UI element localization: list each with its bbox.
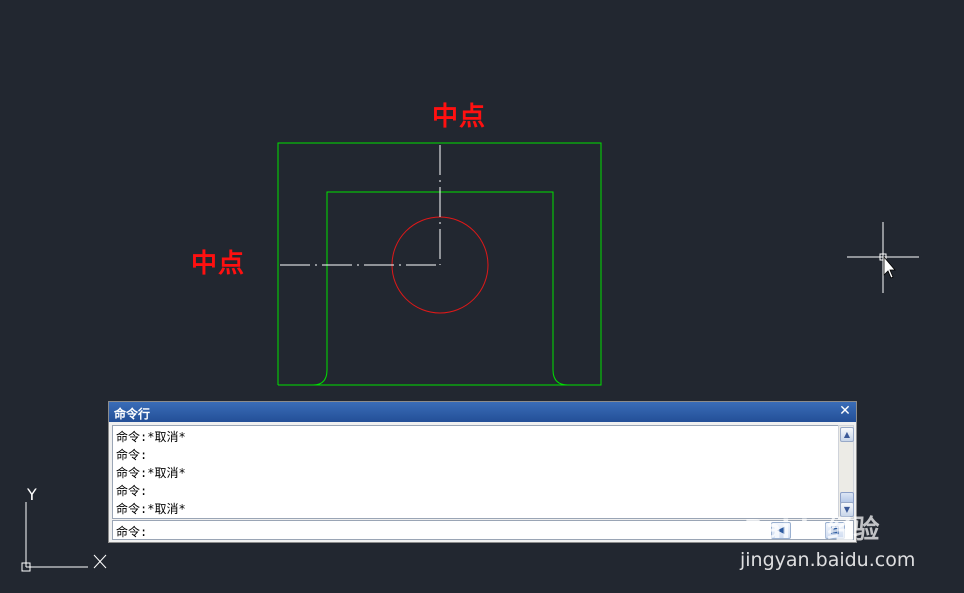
history-scrollbar[interactable]: ▲ ▼ <box>838 425 854 519</box>
command-history[interactable]: 命令:*取消* 命令: 命令:*取消* 命令: 命令:*取消* <box>112 425 839 519</box>
crosshair-cursor <box>847 222 919 293</box>
history-line: 命令:*取消* <box>116 466 186 480</box>
close-icon[interactable]: ✕ <box>838 403 852 419</box>
ucs-icon <box>21 502 107 572</box>
history-line: 命令:*取消* <box>116 430 186 444</box>
watermark-logo: Baidu经验 <box>744 515 880 545</box>
history-line: 命令:*取消* <box>116 502 186 516</box>
command-prompt: 命令: <box>116 525 148 539</box>
midpoint-annotation-top: 中点 <box>432 102 487 132</box>
scroll-up-icon[interactable]: ▲ <box>840 427 854 442</box>
midpoint-annotation-left: 中点 <box>191 249 246 279</box>
command-input-row[interactable]: 命令: ◀ ▣ <box>112 520 854 540</box>
history-line: 命令: <box>116 484 148 498</box>
part-inner-slot[interactable] <box>312 191 569 386</box>
history-line: 命令: <box>116 448 148 462</box>
mouse-pointer-icon <box>883 255 896 279</box>
command-window-title: 命令行 <box>114 407 151 421</box>
watermark-url: jingyan.baidu.com <box>740 549 916 571</box>
command-input[interactable] <box>153 522 753 538</box>
ucs-y-label: Y <box>26 485 37 504</box>
command-window-titlebar[interactable]: 命令行 ✕ <box>109 402 856 422</box>
